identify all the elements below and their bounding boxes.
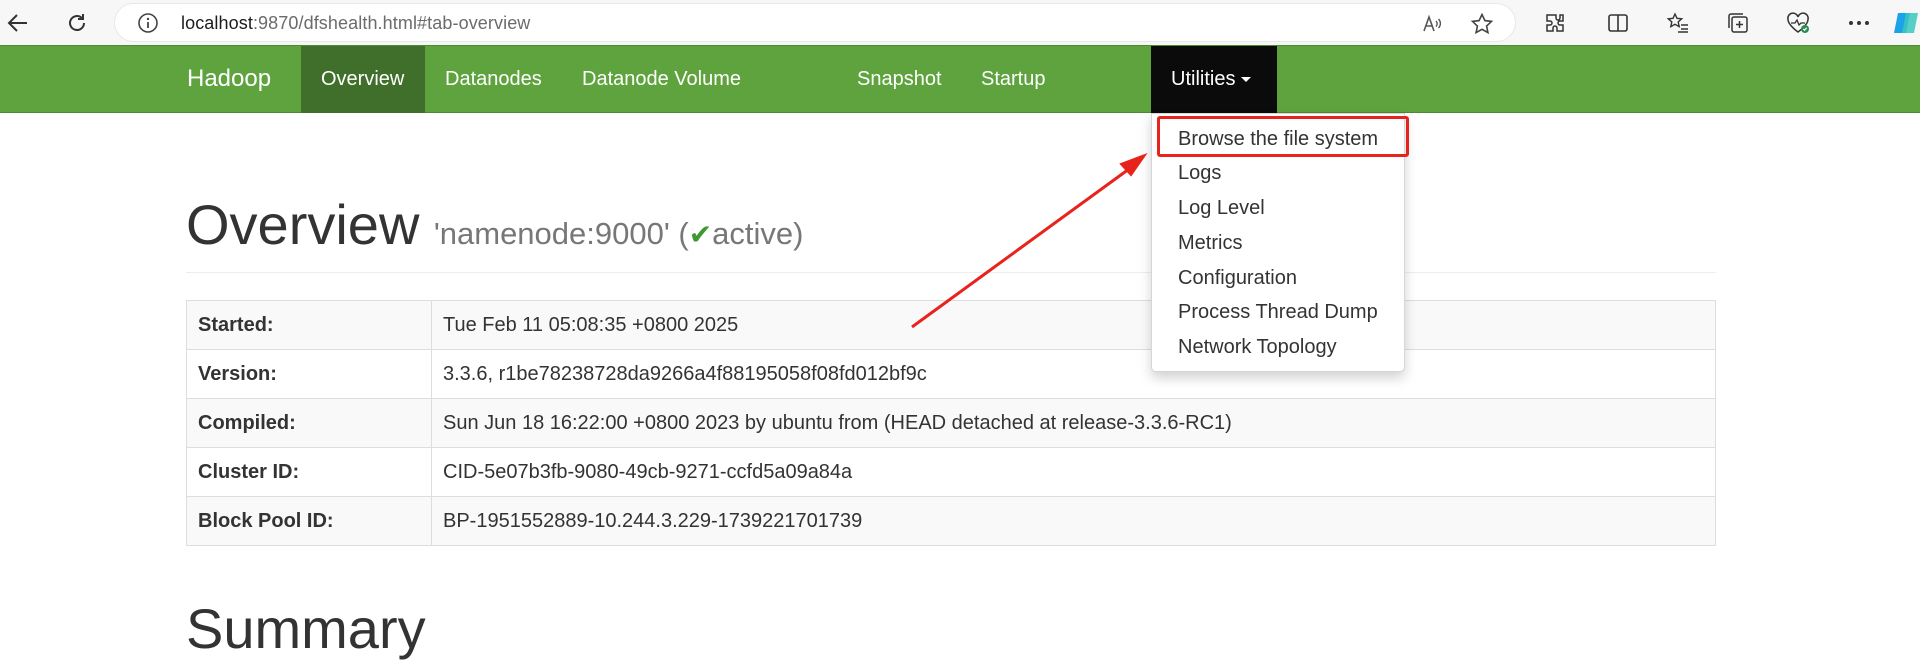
table-row: Compiled: Sun Jun 18 16:22:00 +0800 2023… <box>186 398 1716 448</box>
overview-table: Started: Tue Feb 11 05:08:35 +0800 2025 … <box>186 300 1716 546</box>
hadoop-navbar: Hadoop Overview Datanodes Datanode Volum… <box>0 45 1920 157</box>
row-value: 3.3.6, r1be78238728da9266a4f88195058f08f… <box>431 349 1716 399</box>
namenode-host: 'namenode:9000' (✔active) <box>434 216 804 251</box>
summary-heading: Summary <box>186 597 426 660</box>
tab-datanode-volume-failures[interactable]: Datanode Volume Failures <box>562 46 836 157</box>
table-row: Cluster ID: CID-5e07b3fb-9080-49cb-9271-… <box>186 447 1716 497</box>
heart-pulse-icon[interactable] <box>1781 6 1815 40</box>
page-title-text: Overview <box>186 193 420 256</box>
favorites-list-icon[interactable] <box>1661 6 1695 40</box>
menu-item-network-topology[interactable]: Network Topology <box>1178 336 1337 359</box>
tab-startup-progress[interactable]: Startup Progress <box>961 46 1151 157</box>
row-key: Cluster ID: <box>186 447 432 497</box>
collections-icon[interactable] <box>1721 6 1755 40</box>
read-aloud-icon[interactable] <box>1420 12 1444 36</box>
annotation-highlight-box <box>1157 116 1409 157</box>
table-row: Version: 3.3.6, r1be78238728da9266a4f881… <box>186 349 1716 399</box>
row-key: Version: <box>186 349 432 399</box>
copilot-icon[interactable] <box>1892 6 1920 40</box>
row-value: CID-5e07b3fb-9080-49cb-9271-ccfd5a09a84a <box>431 447 1716 497</box>
tab-utilities-label: Utilities <box>1171 68 1236 90</box>
checkmark-icon: ✔ <box>688 219 713 250</box>
reload-icon[interactable] <box>60 6 94 40</box>
row-key: Compiled: <box>186 398 432 448</box>
address-bar[interactable]: localhost:9870/dfshealth.html#tab-overvi… <box>114 3 1516 42</box>
title-divider <box>186 272 1716 273</box>
caret-down-icon <box>1241 77 1252 83</box>
menu-item-logs[interactable]: Logs <box>1178 162 1221 185</box>
puzzle-icon[interactable] <box>1538 6 1572 40</box>
namenode-state: active) <box>712 216 804 251</box>
row-key: Block Pool ID: <box>186 496 432 546</box>
table-row: Started: Tue Feb 11 05:08:35 +0800 2025 <box>186 300 1716 350</box>
menu-item-configuration[interactable]: Configuration <box>1178 267 1297 290</box>
row-key: Started: <box>186 300 432 350</box>
tab-datanodes[interactable]: Datanodes <box>425 46 572 113</box>
url-text[interactable]: localhost:9870/dfshealth.html#tab-overvi… <box>181 13 530 34</box>
browser-toolbar: localhost:9870/dfshealth.html#tab-overvi… <box>0 0 1920 45</box>
split-screen-icon[interactable] <box>1601 6 1635 40</box>
tab-utilities[interactable]: Utilities <box>1151 46 1277 113</box>
tab-overview[interactable]: Overview <box>301 46 425 113</box>
star-icon[interactable] <box>1470 12 1494 36</box>
menu-item-metrics[interactable]: Metrics <box>1178 232 1242 255</box>
page-title: Overview 'namenode:9000' (✔active) <box>186 192 803 257</box>
table-row: Block Pool ID: BP-1951552889-10.244.3.22… <box>186 496 1716 546</box>
info-icon[interactable] <box>137 12 159 39</box>
menu-item-process-thread-dump[interactable]: Process Thread Dump <box>1178 301 1378 324</box>
row-value: Tue Feb 11 05:08:35 +0800 2025 <box>431 300 1716 350</box>
menu-item-log-level[interactable]: Log Level <box>1178 197 1265 220</box>
url-path: :9870/dfshealth.html#tab-overview <box>252 13 531 33</box>
row-value: Sun Jun 18 16:22:00 +0800 2023 by ubuntu… <box>431 398 1716 448</box>
url-host: localhost <box>181 13 253 33</box>
row-value: BP-1951552889-10.244.3.229-1739221701739 <box>431 496 1716 546</box>
more-dots-icon[interactable] <box>1842 6 1876 40</box>
back-arrow-icon[interactable] <box>1 6 35 40</box>
brand-hadoop[interactable]: Hadoop <box>187 65 271 93</box>
namenode-host-text: 'namenode:9000' ( <box>433 216 689 251</box>
